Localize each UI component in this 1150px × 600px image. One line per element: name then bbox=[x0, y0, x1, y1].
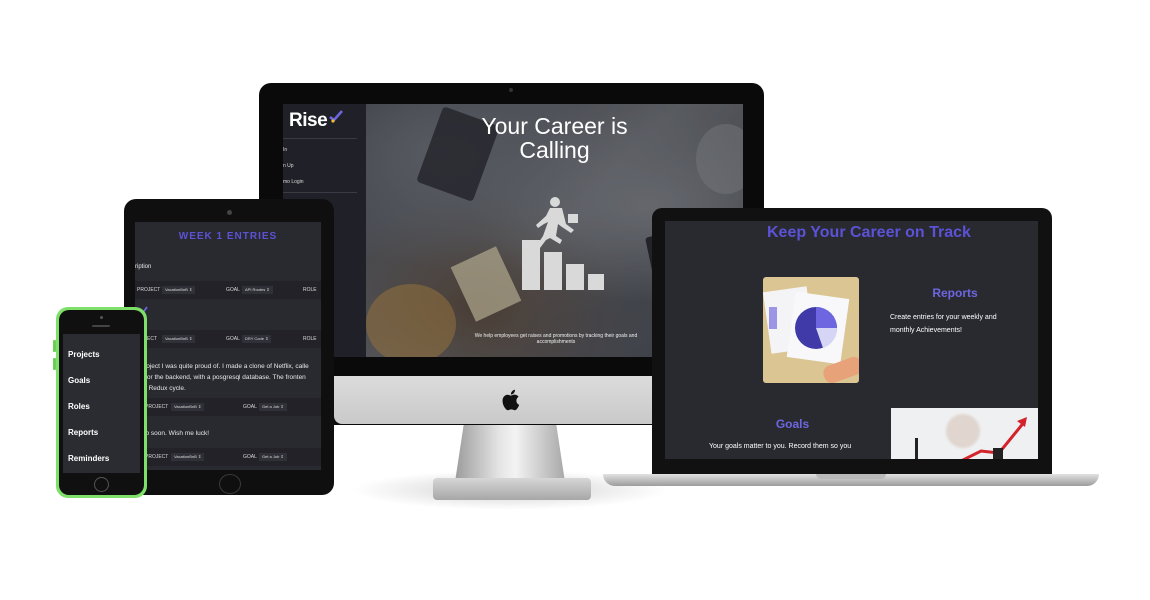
imac-camera bbox=[509, 88, 513, 92]
menu-item-projects[interactable]: Projects bbox=[68, 350, 100, 359]
hero-title: Your Career is Calling bbox=[366, 114, 743, 162]
reports-heading: Reports bbox=[932, 286, 978, 300]
tablet-screen: WEEK 1 ENTRIES ription PROJECT VacationB… bbox=[135, 222, 321, 470]
week-entries-title: WEEK 1 ENTRIES bbox=[178, 231, 278, 242]
menu-item-goals[interactable]: Goals bbox=[68, 376, 90, 385]
goal-select[interactable]: Get a Job ⇕ bbox=[259, 453, 287, 461]
table-row: PROJECT VacationBnB ⇕ GOAL API Routes ⇕ … bbox=[135, 281, 321, 299]
goal-label: GOAL bbox=[226, 287, 240, 293]
phone-speaker bbox=[92, 325, 110, 327]
role-label: ROLE bbox=[303, 336, 317, 342]
entry-text-line: a project I was quite proud of. I made a… bbox=[135, 363, 309, 370]
laptop-notch bbox=[816, 474, 886, 479]
laptop-screen: Keep Your Career on Track Reports Create… bbox=[665, 221, 1038, 459]
table-row: PROJECT VacationBnB ⇕ GOAL Get a Job ⇕ bbox=[135, 448, 321, 466]
project-label: PROJECT bbox=[137, 287, 161, 293]
phone-camera bbox=[100, 316, 103, 319]
sidebar-divider bbox=[283, 192, 357, 193]
reports-text: Create entries for your weekly and month… bbox=[890, 314, 997, 334]
goal-label: GOAL bbox=[243, 404, 257, 410]
table-row: ROJECT VacationBnB ⇕ GOAL DRY Code ⇕ ROL… bbox=[135, 330, 321, 348]
goals-photo bbox=[891, 408, 1038, 459]
entry-text-line: + Redux cycle. bbox=[143, 385, 186, 392]
hero-title-line2: Calling bbox=[519, 137, 590, 163]
goal-label: GOAL bbox=[226, 336, 240, 342]
hero-subtitle: We help employees get raises and promoti… bbox=[474, 333, 638, 345]
pen-shape bbox=[915, 438, 918, 459]
phone-screen: Projects Goals Roles Reports Reminders bbox=[63, 334, 140, 473]
goals-heading: Goals bbox=[775, 417, 810, 431]
role-label: ROLE bbox=[303, 287, 317, 293]
project-select[interactable]: VacationBnB ⇕ bbox=[162, 335, 196, 343]
imac-stand-foot bbox=[433, 478, 591, 500]
goal-select[interactable]: DRY Code ⇕ bbox=[242, 335, 272, 343]
imac-stand-neck bbox=[455, 424, 565, 482]
project-label: PROJECT bbox=[145, 404, 169, 410]
apple-logo-icon bbox=[502, 389, 520, 411]
nav-signup[interactable]: n Up bbox=[283, 163, 294, 169]
menu-item-roles[interactable]: Roles bbox=[68, 402, 90, 411]
menu-item-reports[interactable]: Reports bbox=[68, 428, 98, 437]
description-label: ription bbox=[135, 264, 152, 270]
reports-illustration bbox=[763, 277, 859, 383]
logo-check-icon bbox=[329, 110, 343, 123]
project-select[interactable]: VacationBnB ⇕ bbox=[171, 403, 205, 411]
laptop-section-title: Keep Your Career on Track bbox=[767, 224, 971, 241]
project-select[interactable]: VacationBnB ⇕ bbox=[171, 453, 205, 461]
pie-chart-icon bbox=[795, 307, 838, 349]
entry-text-line: als for the backend, with a posgresql da… bbox=[135, 374, 306, 381]
project-select[interactable]: VacationBnB ⇕ bbox=[162, 286, 196, 294]
table-row: PROJECT VacationBnB ⇕ GOAL Get a Job ⇕ bbox=[135, 398, 321, 416]
phone-home-button[interactable] bbox=[94, 477, 109, 492]
growth-arrow-icon bbox=[961, 417, 1027, 459]
menu-item-reminders[interactable]: Reminders bbox=[68, 454, 109, 463]
bar-shape bbox=[769, 307, 777, 329]
tablet-home-button[interactable] bbox=[219, 474, 241, 494]
climbing-steps-icon bbox=[522, 197, 604, 290]
nav-login[interactable]: In bbox=[283, 147, 287, 153]
tablet-camera bbox=[227, 210, 232, 215]
phone-shape bbox=[993, 448, 1003, 459]
goal-select[interactable]: Get a Job ⇕ bbox=[259, 403, 287, 411]
project-label: PROJECT bbox=[145, 454, 169, 460]
goal-label: GOAL bbox=[243, 454, 257, 460]
site-logo[interactable]: Rise bbox=[289, 110, 328, 132]
hero-title-line1: Your Career is bbox=[481, 113, 628, 139]
nav-demo-login[interactable]: mo Login bbox=[283, 179, 304, 185]
goal-select[interactable]: API Routes ⇕ bbox=[242, 286, 273, 294]
sidebar-divider bbox=[283, 138, 357, 139]
